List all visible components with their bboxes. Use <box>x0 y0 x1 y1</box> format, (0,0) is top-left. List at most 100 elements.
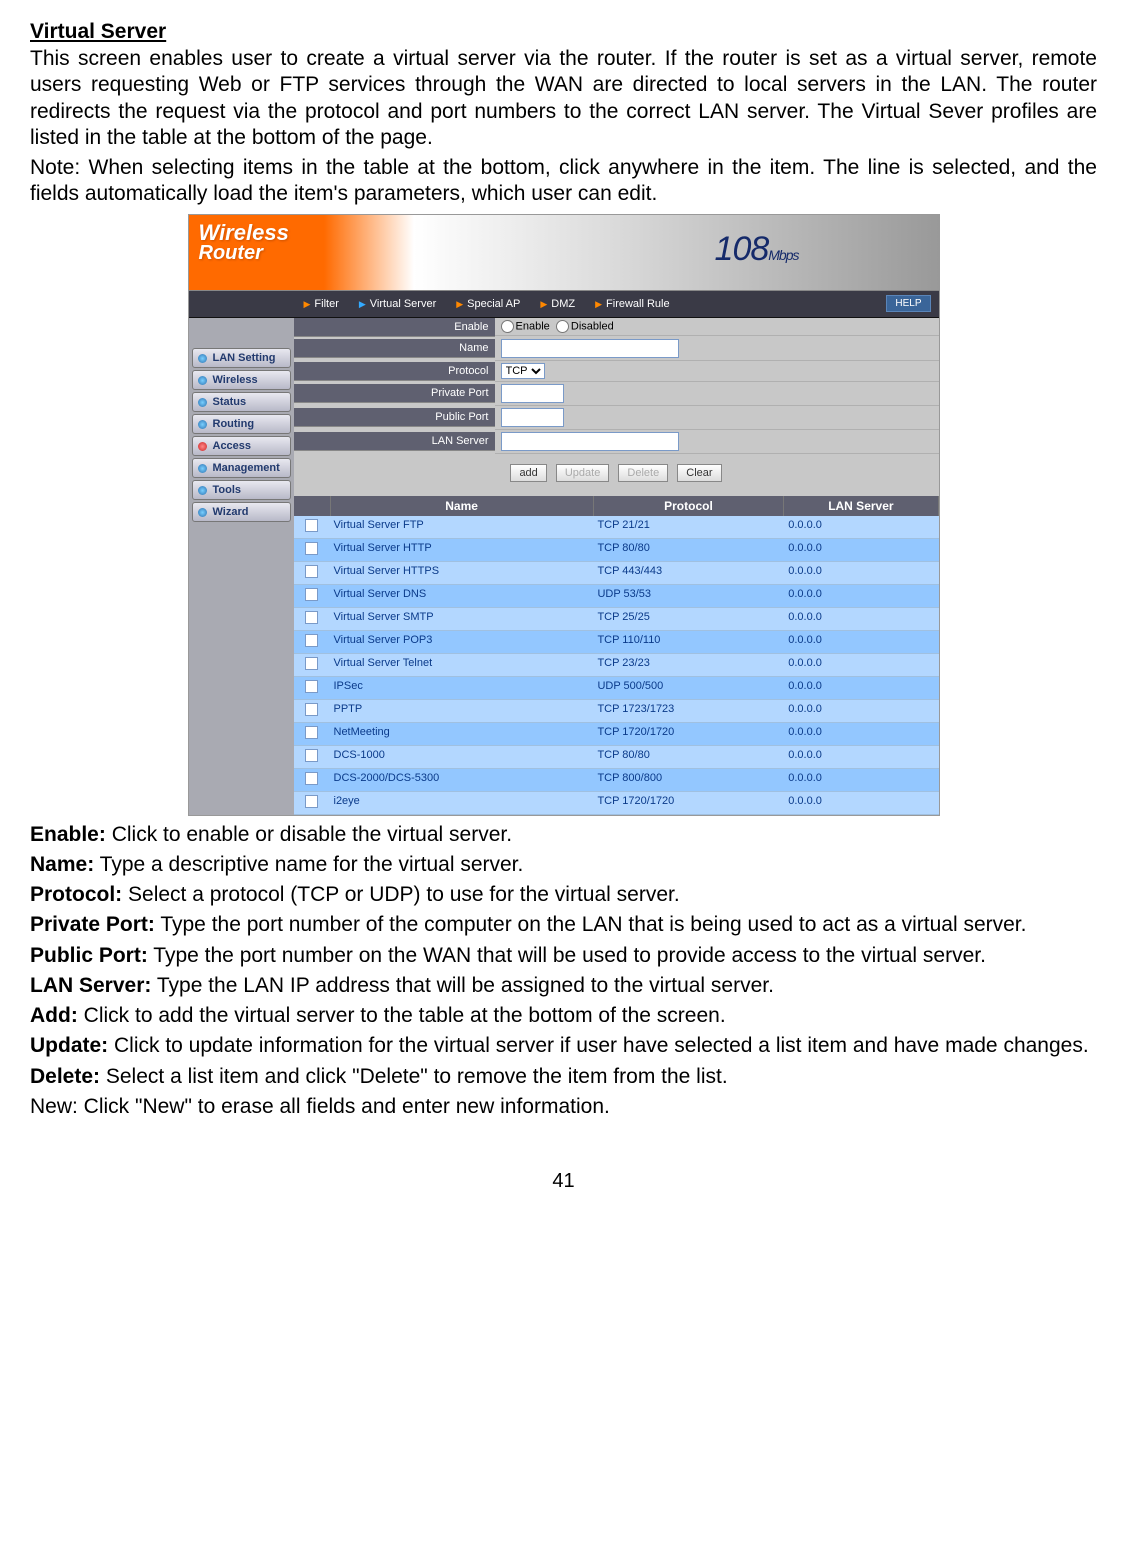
help-button[interactable]: HELP <box>886 295 930 312</box>
cell-name: Virtual Server DNS <box>330 585 594 607</box>
table-row[interactable]: NetMeetingTCP 1720/17200.0.0.0 <box>294 723 939 746</box>
table-row[interactable]: DCS-2000/DCS-5300TCP 800/8000.0.0.0 <box>294 769 939 792</box>
sidebar-item-tools[interactable]: Tools <box>192 480 291 500</box>
lan-server-input[interactable] <box>501 432 679 451</box>
row-checkbox[interactable] <box>305 772 318 785</box>
public-port-input[interactable] <box>501 408 564 427</box>
speed-number: 108 <box>715 230 769 268</box>
nav-special-ap[interactable]: ▶Special AP <box>446 298 530 310</box>
private-port-input[interactable] <box>501 384 564 403</box>
cell-protocol: TCP 800/800 <box>593 769 784 791</box>
row-checkbox[interactable] <box>305 588 318 601</box>
update-button[interactable]: Update <box>556 464 609 482</box>
nav-label: Filter <box>314 298 338 310</box>
nav-dmz[interactable]: ▶DMZ <box>530 298 585 310</box>
cell-protocol: UDP 53/53 <box>593 585 784 607</box>
nav-label: Special AP <box>467 298 520 310</box>
public-port-label: Public Port <box>294 408 495 427</box>
table-row[interactable]: Virtual Server HTTPSTCP 443/4430.0.0.0 <box>294 562 939 585</box>
table-row[interactable]: i2eyeTCP 1720/17200.0.0.0 <box>294 792 939 815</box>
desc-public-b: Public Port: <box>30 944 148 967</box>
col-protocol: Protocol <box>594 496 785 516</box>
content-panel: EnableEnable Disabled Name ProtocolTCP P… <box>294 318 939 815</box>
triangle-icon: ▶ <box>540 299 547 309</box>
cell-lan: 0.0.0.0 <box>784 769 938 791</box>
sidebar-item-routing[interactable]: Routing <box>192 414 291 434</box>
triangle-icon: ▶ <box>304 299 311 309</box>
nav-filter[interactable]: ▶Filter <box>294 298 349 310</box>
triangle-icon: ▶ <box>595 299 602 309</box>
nav-firewall-rule[interactable]: ▶Firewall Rule <box>585 298 680 310</box>
sidebar-item-management[interactable]: Management <box>192 458 291 478</box>
cell-name: Virtual Server HTTP <box>330 539 594 561</box>
nav-virtual-server[interactable]: ▶Virtual Server <box>349 298 446 310</box>
sidebar-item-access[interactable]: Access <box>192 436 291 456</box>
row-checkbox[interactable] <box>305 657 318 670</box>
desc-new-t: New: Click "New" to erase all fields and… <box>30 1095 610 1118</box>
desc-update-t: Click to update information for the virt… <box>108 1034 1089 1057</box>
private-port-label: Private Port <box>294 384 495 403</box>
router-ui-screenshot: Wireless Router 108Mbps ▶Filter ▶Virtual… <box>188 214 940 816</box>
enable-radio-enable[interactable] <box>501 320 514 333</box>
logo: Wireless Router <box>199 223 289 263</box>
desc-private-t: Type the port number of the computer on … <box>155 913 1027 936</box>
add-button[interactable]: add <box>510 464 546 482</box>
sidebar-item-wizard[interactable]: Wizard <box>192 502 291 522</box>
table-row[interactable]: Virtual Server POP3TCP 110/1100.0.0.0 <box>294 631 939 654</box>
enable-opt2: Disabled <box>571 320 614 332</box>
cell-lan: 0.0.0.0 <box>784 723 938 745</box>
cell-lan: 0.0.0.0 <box>784 608 938 630</box>
enable-radio-disabled[interactable] <box>556 320 569 333</box>
cell-lan: 0.0.0.0 <box>784 631 938 653</box>
row-checkbox[interactable] <box>305 634 318 647</box>
desc-protocol-b: Protocol: <box>30 883 122 906</box>
table-row[interactable]: Virtual Server SMTPTCP 25/250.0.0.0 <box>294 608 939 631</box>
desc-private-b: Private Port: <box>30 913 155 936</box>
table-row[interactable]: DCS-1000TCP 80/800.0.0.0 <box>294 746 939 769</box>
cell-name: IPSec <box>330 677 594 699</box>
name-input[interactable] <box>501 339 679 358</box>
table-row[interactable]: Virtual Server HTTPTCP 80/800.0.0.0 <box>294 539 939 562</box>
cell-lan: 0.0.0.0 <box>784 746 938 768</box>
row-checkbox[interactable] <box>305 565 318 578</box>
enable-opt1: Enable <box>516 320 550 332</box>
sidebar-item-wireless[interactable]: Wireless <box>192 370 291 390</box>
sidebar-item-lan-setting[interactable]: LAN Setting <box>192 348 291 368</box>
col-lan-server: LAN Server <box>784 496 938 516</box>
intro-paragraph-1: This screen enables user to create a vir… <box>30 46 1097 151</box>
table-row[interactable]: PPTPTCP 1723/17230.0.0.0 <box>294 700 939 723</box>
table-row[interactable]: IPSecUDP 500/5000.0.0.0 <box>294 677 939 700</box>
delete-button[interactable]: Delete <box>618 464 668 482</box>
cell-lan: 0.0.0.0 <box>784 677 938 699</box>
table-row[interactable]: Virtual Server DNSUDP 53/530.0.0.0 <box>294 585 939 608</box>
cell-name: i2eye <box>330 792 594 814</box>
row-checkbox[interactable] <box>305 680 318 693</box>
clear-button[interactable]: Clear <box>677 464 721 482</box>
cell-protocol: TCP 443/443 <box>593 562 784 584</box>
cell-name: Virtual Server FTP <box>330 516 594 538</box>
cell-protocol: TCP 110/110 <box>593 631 784 653</box>
row-checkbox[interactable] <box>305 726 318 739</box>
row-checkbox[interactable] <box>305 542 318 555</box>
cell-lan: 0.0.0.0 <box>784 516 938 538</box>
protocol-select[interactable]: TCP <box>501 363 545 379</box>
table-row[interactable]: Virtual Server TelnetTCP 23/230.0.0.0 <box>294 654 939 677</box>
row-checkbox[interactable] <box>305 749 318 762</box>
sidebar-item-status[interactable]: Status <box>192 392 291 412</box>
row-checkbox[interactable] <box>305 519 318 532</box>
table-row[interactable]: Virtual Server FTPTCP 21/210.0.0.0 <box>294 516 939 539</box>
desc-add-b: Add: <box>30 1004 78 1027</box>
row-checkbox[interactable] <box>305 611 318 624</box>
logo-line1: Wireless <box>199 220 289 245</box>
cell-name: Virtual Server HTTPS <box>330 562 594 584</box>
desc-update-b: Update: <box>30 1034 108 1057</box>
cell-protocol: TCP 80/80 <box>593 746 784 768</box>
cell-name: NetMeeting <box>330 723 594 745</box>
cell-lan: 0.0.0.0 <box>784 792 938 814</box>
speed-badge: 108Mbps <box>715 230 799 269</box>
section-heading: Virtual Server <box>30 20 1097 44</box>
intro-paragraph-2: Note: When selecting items in the table … <box>30 155 1097 208</box>
row-checkbox[interactable] <box>305 795 318 808</box>
row-checkbox[interactable] <box>305 703 318 716</box>
desc-enable-t: Click to enable or disable the virtual s… <box>106 823 512 846</box>
